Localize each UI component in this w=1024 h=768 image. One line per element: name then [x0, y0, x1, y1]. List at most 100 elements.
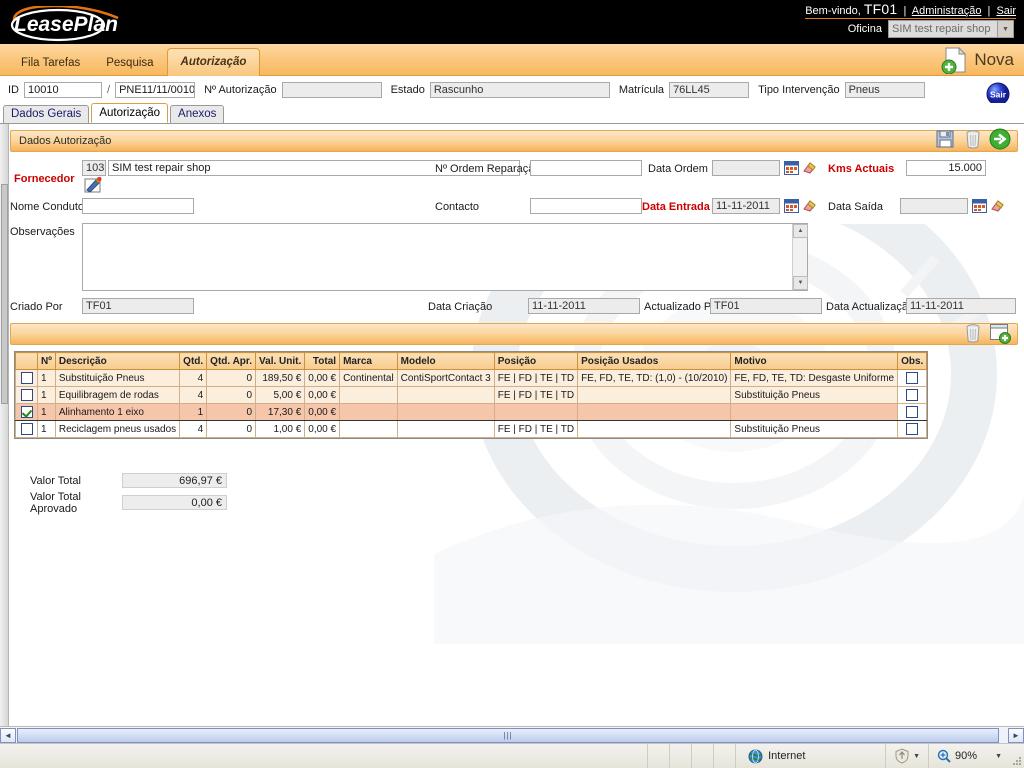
row-select-cell[interactable]: [15, 369, 38, 387]
reference-field[interactable]: PNE11/11/0010: [115, 82, 196, 98]
calendar-icon[interactable]: [784, 198, 799, 213]
audit-row: Criado Por TF01 Data Criação 11-11-2011 …: [10, 295, 1018, 319]
obs-checkbox[interactable]: [906, 372, 919, 384]
delete-icon[interactable]: [963, 322, 983, 344]
chevron-down-icon[interactable]: ▼: [913, 753, 920, 760]
driver-field[interactable]: [82, 198, 194, 214]
cell-modelo: ContiSportContact 3: [396, 369, 495, 387]
left-vertical-scrollbar[interactable]: [0, 124, 9, 726]
obs-checkbox[interactable]: [906, 423, 919, 435]
cell-numero: 1: [37, 403, 56, 421]
table-row[interactable]: 1 Reciclagem pneus usados 4 0 1,00 € 0,0…: [15, 420, 928, 438]
repair-order-field[interactable]: [530, 160, 642, 176]
table-header-row: Nº Descrição Qtd. Qtd. Apr. Val. Unit. T…: [15, 352, 928, 370]
row-select-cell[interactable]: [15, 420, 38, 438]
state-label: Estado: [390, 84, 425, 96]
cell-motivo: Substituição Pneus: [730, 386, 899, 404]
nav-tab-fila-tarefas[interactable]: Fila Tarefas: [8, 50, 93, 76]
created-by-field[interactable]: TF01: [82, 298, 194, 314]
hscroll-track[interactable]: |||: [16, 727, 1008, 743]
notes-row: Observações ▲ ▼: [10, 221, 1018, 295]
intervention-type-field[interactable]: Pneus: [844, 82, 925, 98]
cell-motivo: [730, 403, 899, 421]
cell-obs[interactable]: [897, 403, 928, 421]
security-zone-indicator[interactable]: Internet: [735, 744, 885, 768]
plate-field[interactable]: 76LL45: [669, 82, 750, 98]
resize-grip-icon[interactable]: [1010, 744, 1024, 768]
eraser-icon[interactable]: [802, 160, 817, 175]
add-item-icon[interactable]: [989, 322, 1011, 344]
zoom-control[interactable]: 90% ▼: [928, 744, 1010, 768]
nav-tab-autorizacao[interactable]: Autorização: [166, 48, 261, 76]
col-marca: Marca: [339, 352, 398, 370]
notes-textarea[interactable]: ▲ ▼: [82, 223, 808, 291]
subtab-anexos[interactable]: Anexos: [170, 105, 225, 123]
workshop-select[interactable]: SIM test repair shop ▼: [888, 20, 1014, 38]
order-date-label: Data Ordem: [648, 163, 708, 175]
cell-marca: [339, 386, 398, 404]
delete-icon[interactable]: [963, 128, 983, 150]
logout-link[interactable]: Sair: [996, 5, 1016, 17]
row-checkbox[interactable]: [20, 423, 33, 435]
horizontal-scrollbar[interactable]: ◄ ||| ►: [0, 726, 1024, 743]
cell-qtd: 4: [179, 369, 208, 387]
cell-qtd: 4: [179, 420, 208, 438]
table-row[interactable]: 1 Substituição Pneus 4 0 189,50 € 0,00 €…: [15, 369, 928, 387]
scroll-left-icon[interactable]: ◄: [0, 727, 16, 743]
notes-scrollbar[interactable]: ▲ ▼: [792, 224, 808, 290]
eraser-icon[interactable]: [990, 198, 1005, 213]
cell-val-unit: 189,50 €: [255, 369, 306, 387]
exit-date-label: Data Saída: [828, 201, 884, 213]
calendar-icon[interactable]: [784, 160, 799, 175]
supplier-code-field[interactable]: 103: [82, 160, 106, 176]
hscroll-thumb[interactable]: |||: [17, 727, 1000, 743]
col-modelo: Modelo: [396, 352, 495, 370]
admin-link[interactable]: Administração: [912, 5, 982, 17]
zoom-level-label: 90%: [955, 750, 978, 762]
scroll-down-icon[interactable]: ▼: [793, 276, 808, 290]
nav-tab-pesquisa[interactable]: Pesquisa: [93, 50, 166, 76]
subtab-autorizacao[interactable]: Autorização: [91, 103, 169, 123]
obs-checkbox[interactable]: [906, 389, 919, 401]
row-checkbox[interactable]: [20, 389, 33, 401]
eraser-icon[interactable]: [802, 198, 817, 213]
row-select-cell[interactable]: [15, 403, 38, 421]
top-header-bar: LeasePlan Bem-vindo, TF01 | Administraçã…: [0, 0, 1024, 44]
row-select-cell[interactable]: [15, 386, 38, 404]
protected-mode-indicator[interactable]: ▼: [885, 744, 928, 768]
cell-obs[interactable]: [897, 369, 928, 387]
subtab-dados-gerais[interactable]: Dados Gerais: [3, 105, 90, 123]
updated-date-field[interactable]: 11-11-2011: [906, 298, 1016, 314]
scroll-right-icon[interactable]: ►: [1008, 727, 1024, 743]
obs-checkbox[interactable]: [906, 406, 919, 418]
order-date-field[interactable]: [712, 160, 780, 176]
row-checkbox[interactable]: [20, 372, 33, 384]
new-authorization-button[interactable]: Nova: [940, 46, 1014, 74]
status-cell: [713, 744, 735, 768]
status-message-area: [0, 744, 647, 768]
contact-field[interactable]: [530, 198, 642, 214]
scroll-up-icon[interactable]: ▲: [793, 224, 808, 238]
cell-qtd-apr: 0: [206, 420, 257, 438]
id-field[interactable]: 10010: [24, 82, 102, 98]
cell-obs[interactable]: [897, 420, 928, 438]
forward-arrow-icon[interactable]: [989, 128, 1011, 150]
cell-obs[interactable]: [897, 386, 928, 404]
kms-field[interactable]: 15.000: [906, 160, 986, 176]
notes-label: Observações: [10, 226, 75, 238]
updated-by-field[interactable]: TF01: [710, 298, 822, 314]
calendar-icon[interactable]: [972, 198, 987, 213]
authorization-number-field[interactable]: [281, 82, 382, 98]
scrollbar-thumb[interactable]: [1, 184, 8, 404]
table-row[interactable]: 1 Alinhamento 1 eixo 1 0 17,30 € 0,00 €: [15, 403, 928, 421]
save-icon[interactable]: [935, 128, 957, 150]
entry-date-field[interactable]: 11-11-2011: [712, 198, 780, 214]
state-field[interactable]: Rascunho: [429, 82, 610, 98]
exit-date-field[interactable]: [900, 198, 968, 214]
separator-slash: /: [107, 84, 111, 96]
row-checkbox[interactable]: [20, 406, 33, 418]
chevron-down-icon[interactable]: ▼: [995, 753, 1002, 760]
table-row[interactable]: 1 Equilibragem de rodas 4 0 5,00 € 0,00 …: [15, 386, 928, 404]
created-date-field[interactable]: 11-11-2011: [528, 298, 640, 314]
edit-pencil-icon[interactable]: [84, 176, 102, 194]
